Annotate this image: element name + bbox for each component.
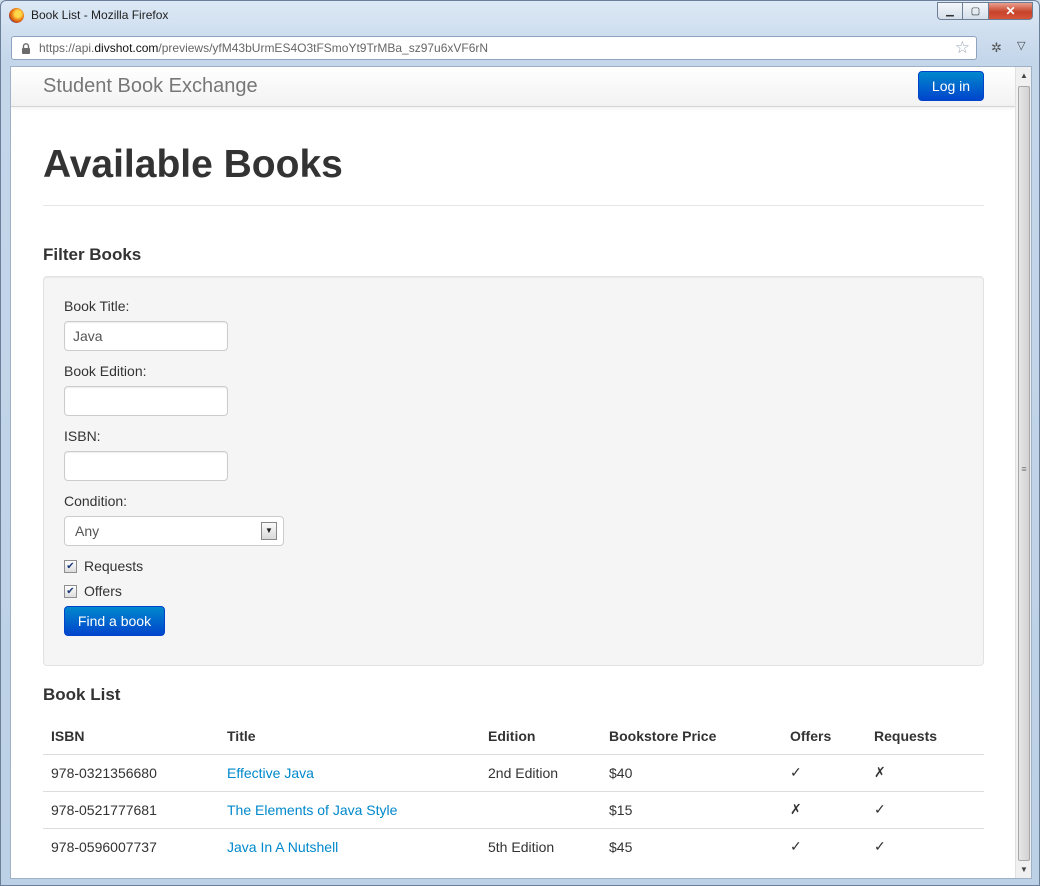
window-title: Book List - Mozilla Firefox (31, 8, 169, 22)
condition-select[interactable]: Any ▼ (64, 516, 284, 546)
cell-edition (480, 790, 601, 828)
addon-icon[interactable]: ✲ (991, 40, 1002, 56)
lock-icon (21, 43, 31, 54)
column-header-edition: Edition (480, 718, 601, 755)
book-title-link[interactable]: The Elements of Java Style (227, 802, 397, 818)
column-header-offers: Offers (782, 718, 866, 755)
firefox-logo-icon (9, 8, 24, 23)
column-header-requests: Requests (866, 718, 984, 755)
book-table: ISBN Title Edition Bookstore Price Offer… (43, 718, 984, 865)
page-viewport: Student Book Exchange Log in Available B… (10, 66, 1032, 879)
book-title-label: Book Title: (64, 298, 130, 314)
chevron-down-icon[interactable]: ▼ (261, 522, 277, 540)
offers-checkbox[interactable]: ✔ (64, 584, 77, 598)
cell-requests: ✓ (866, 827, 984, 865)
cell-title: The Elements of Java Style (219, 790, 480, 828)
scroll-down-arrow-icon[interactable]: ▼ (1016, 861, 1031, 878)
browser-toolbar: https://api.divshot.com/previews/yfM43bU… (1, 31, 1039, 65)
table-header-row: ISBN Title Edition Bookstore Price Offer… (43, 718, 984, 755)
vertical-scrollbar[interactable]: ▲ ≡ ▼ (1015, 67, 1031, 878)
book-list-heading: Book List (43, 685, 121, 704)
cell-offers: ✓ (782, 827, 866, 865)
star-icon[interactable]: ☆ (955, 38, 970, 58)
address-bar[interactable]: https://api.divshot.com/previews/yfM43bU… (11, 36, 977, 60)
offers-checkbox-row[interactable]: ✔ Offers (64, 582, 122, 600)
window-controls: ▁ ▢ ✕ (937, 2, 1033, 20)
column-header-isbn: ISBN (43, 718, 219, 755)
title-divider (43, 205, 984, 206)
brand-link[interactable]: Student Book Exchange (43, 75, 258, 98)
condition-label: Condition: (64, 493, 128, 509)
cell-edition: 2nd Edition (480, 753, 601, 791)
cell-price: $45 (601, 827, 782, 865)
url-path: /previews/yfM43bUrmES4O3tFSmoYt9TrMBa_sz… (158, 41, 489, 55)
page-content: Student Book Exchange Log in Available B… (11, 67, 1016, 878)
book-title-input[interactable]: Java (64, 321, 228, 351)
table-row: 978-0321356680 Effective Java 2nd Editio… (43, 753, 984, 791)
cell-title: Effective Java (219, 753, 480, 791)
cell-title: Java In A Nutshell (219, 827, 480, 865)
close-button[interactable]: ✕ (989, 2, 1033, 20)
cell-offers: ✓ (782, 753, 866, 791)
cell-offers: ✗ (782, 790, 866, 828)
cell-requests: ✗ (866, 753, 984, 791)
table-row: 978-0596007737 Java In A Nutshell 5th Ed… (43, 827, 984, 865)
maximize-button[interactable]: ▢ (963, 2, 989, 20)
cell-requests: ✓ (866, 790, 984, 828)
offers-label: Offers (84, 583, 122, 599)
scroll-up-arrow-icon[interactable]: ▲ (1016, 67, 1031, 84)
window-titlebar: Book List - Mozilla Firefox ▁ ▢ ✕ (1, 1, 1039, 31)
url-domain: divshot.com (94, 41, 159, 55)
table-row: 978-0521777681 The Elements of Java Styl… (43, 790, 984, 828)
filter-form: Book Title: Java Book Edition: ISBN: Con… (43, 276, 984, 666)
navbar: Student Book Exchange Log in (11, 67, 1016, 107)
grip-icon: ≡ (1021, 464, 1027, 474)
browser-window: Book List - Mozilla Firefox ▁ ▢ ✕ https:… (0, 0, 1040, 886)
requests-label: Requests (84, 558, 144, 574)
cell-price: $15 (601, 790, 782, 828)
isbn-input[interactable] (64, 451, 228, 481)
cell-edition: 5th Edition (480, 827, 601, 865)
book-edition-label: Book Edition: (64, 363, 147, 379)
book-edition-input[interactable] (64, 386, 228, 416)
column-header-price: Bookstore Price (601, 718, 782, 755)
cell-price: $40 (601, 753, 782, 791)
scrollbar-thumb[interactable]: ≡ (1018, 86, 1030, 861)
requests-checkbox[interactable]: ✔ (64, 559, 77, 573)
page-title: Available Books (43, 143, 343, 186)
login-button[interactable]: Log in (918, 71, 984, 101)
requests-checkbox-row[interactable]: ✔ Requests (64, 557, 143, 575)
minimize-button[interactable]: ▁ (937, 2, 963, 20)
cell-isbn: 978-0596007737 (43, 827, 219, 865)
find-book-button[interactable]: Find a book (64, 606, 165, 636)
url-prefix: https://api. (39, 41, 95, 55)
isbn-label: ISBN: (64, 428, 101, 444)
chevron-down-icon[interactable]: ▽ (1017, 39, 1025, 52)
book-title-link[interactable]: Effective Java (227, 765, 314, 781)
cell-isbn: 978-0521777681 (43, 790, 219, 828)
book-title-link[interactable]: Java In A Nutshell (227, 839, 338, 855)
filter-heading: Filter Books (43, 245, 142, 264)
url-text: https://api.divshot.com/previews/yfM43bU… (39, 41, 488, 55)
condition-selected-value: Any (75, 523, 100, 539)
column-header-title: Title (219, 718, 480, 755)
cell-isbn: 978-0321356680 (43, 753, 219, 791)
